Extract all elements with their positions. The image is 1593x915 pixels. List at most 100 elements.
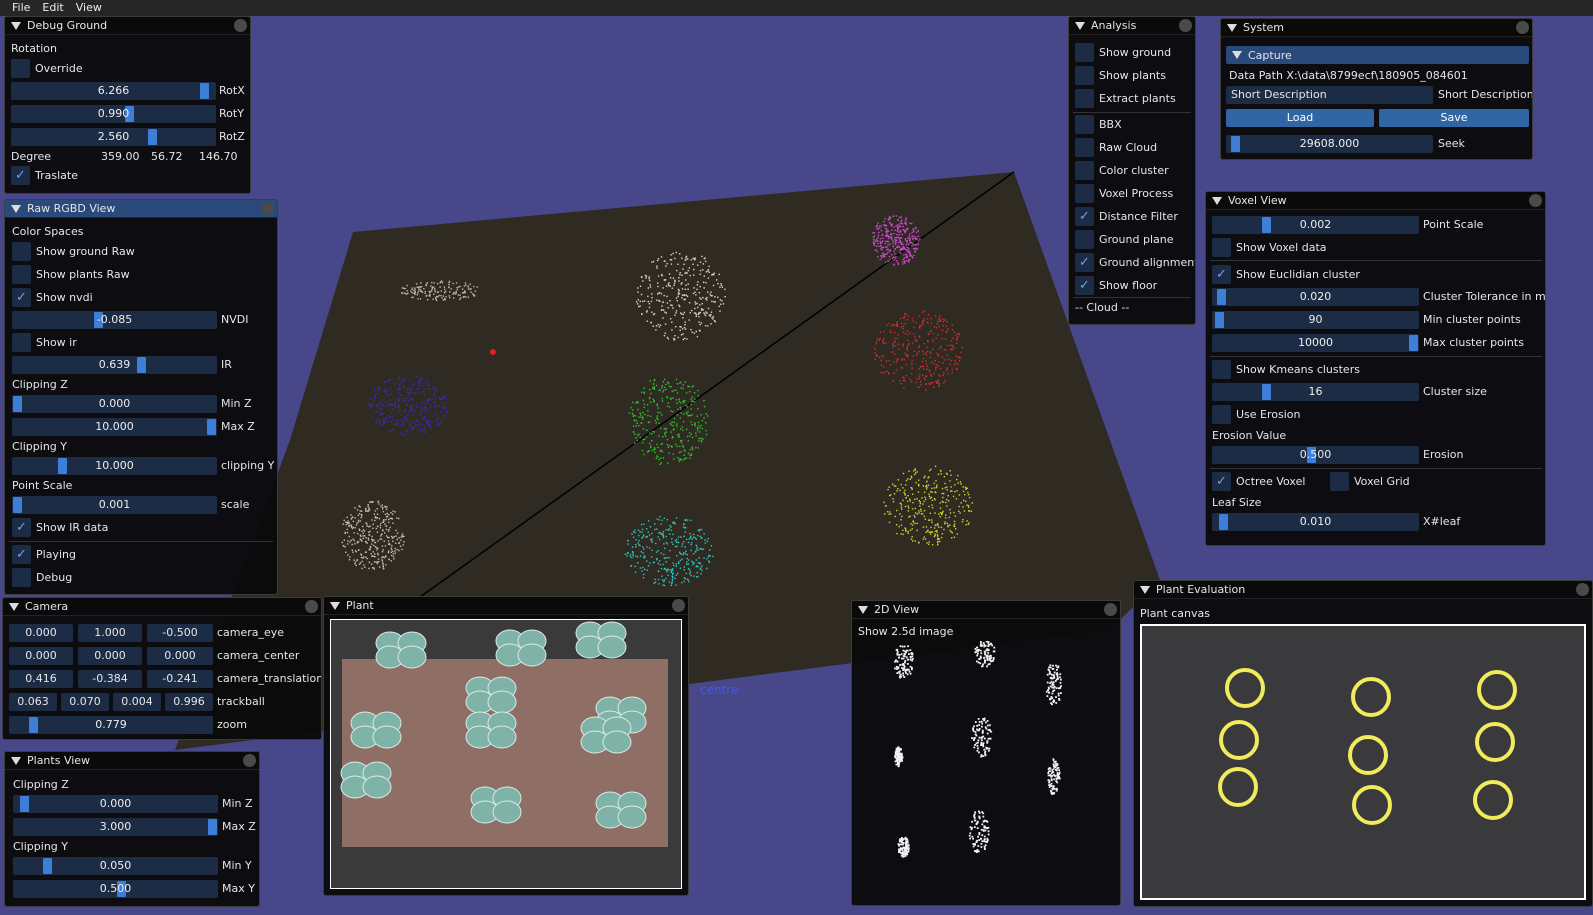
camera-translation-z[interactable]: -0.241 — [147, 670, 213, 688]
show-ground-raw-checkbox[interactable]: Show ground Raw — [12, 242, 135, 261]
analysis-option-1[interactable]: Raw Cloud — [1075, 138, 1157, 157]
voxel-grid-checkbox[interactable]: Voxel Grid — [1330, 472, 1410, 491]
min-z-slider[interactable]: 0.000 — [13, 795, 218, 813]
trackball-z[interactable]: 0.004 — [113, 693, 161, 711]
collapse-icon[interactable] — [1140, 585, 1150, 594]
min-z-slider[interactable]: 0.000 — [12, 395, 217, 413]
override-checkbox[interactable]: Override — [11, 59, 83, 78]
close-icon[interactable] — [672, 599, 685, 612]
collapse-icon[interactable] — [1232, 51, 1242, 59]
check-icon[interactable]: ✓ — [1212, 472, 1231, 491]
checkbox-box[interactable] — [1075, 43, 1094, 62]
clipping-y-slider[interactable]: 10.000 — [12, 457, 217, 475]
check-icon[interactable]: ✓ — [1075, 276, 1094, 295]
analysis-checkbox-0[interactable]: Show ground — [1075, 43, 1171, 62]
camera-center-z[interactable]: 0.000 — [147, 647, 213, 665]
ir-slider[interactable]: 0.639 — [12, 356, 217, 374]
close-icon[interactable] — [1104, 603, 1117, 616]
camera-translation-x[interactable]: 0.416 — [9, 670, 73, 688]
check-icon[interactable]: ✓ — [12, 518, 31, 537]
show-ir-data-checkbox[interactable]: ✓ Show IR data — [12, 518, 108, 537]
slider-grab[interactable] — [1214, 312, 1224, 328]
collapse-icon[interactable] — [9, 602, 19, 611]
raw-rgbd-titlebar[interactable]: Raw RGBD View — [5, 200, 277, 218]
debug-ground-titlebar[interactable]: Debug Ground — [5, 17, 250, 35]
capture-header[interactable]: Capture — [1226, 46, 1529, 64]
seek-slider[interactable]: 29608.000 — [1226, 135, 1433, 153]
checkbox-box[interactable] — [11, 59, 30, 78]
point-scale-slider[interactable]: 0.002 — [1212, 216, 1419, 234]
check-icon[interactable]: ✓ — [12, 545, 31, 564]
analysis-option-6[interactable]: ✓ Ground alignment — [1075, 253, 1195, 272]
checkbox-box[interactable] — [12, 242, 31, 261]
camera-eye-y[interactable]: 1.000 — [78, 624, 142, 642]
slider-grab[interactable] — [1409, 335, 1418, 351]
analysis-option-3[interactable]: Voxel Process — [1075, 184, 1173, 203]
check-icon[interactable]: ✓ — [1075, 253, 1094, 272]
checkbox-box[interactable] — [12, 333, 31, 352]
close-icon[interactable] — [1529, 194, 1542, 207]
zoom-slider[interactable]: 0.779 — [9, 716, 213, 734]
rotz-slider[interactable]: 2.560 — [11, 128, 216, 146]
leaf-size-slider[interactable]: 0.010 — [1212, 513, 1419, 531]
collapse-icon[interactable] — [11, 21, 21, 30]
check-icon[interactable]: ✓ — [1075, 207, 1094, 226]
debug-checkbox[interactable]: Debug — [12, 568, 72, 587]
checkbox-box[interactable] — [1075, 89, 1094, 108]
checkbox-box[interactable] — [12, 265, 31, 284]
camera-titlebar[interactable]: Camera — [3, 598, 321, 616]
show-plants-raw-checkbox[interactable]: Show plants Raw — [12, 265, 130, 284]
cluster-tolerance-slider[interactable]: 0.020 — [1212, 288, 1419, 306]
analysis-option-2[interactable]: Color cluster — [1075, 161, 1169, 180]
slider-grab[interactable] — [147, 129, 157, 145]
short-description-input[interactable]: Short Description — [1226, 86, 1433, 104]
slider-grab[interactable] — [13, 396, 22, 412]
checkbox-box[interactable] — [1212, 360, 1231, 379]
plant-evaluation-titlebar[interactable]: Plant Evaluation — [1134, 581, 1592, 599]
min-cluster-slider[interactable]: 90 — [1212, 311, 1419, 329]
use-erosion-checkbox[interactable]: Use Erosion — [1212, 405, 1301, 424]
show-euclidian-checkbox[interactable]: ✓ Show Euclidian cluster — [1212, 265, 1360, 284]
trackball-x[interactable]: 0.063 — [9, 693, 57, 711]
slider-grab[interactable] — [208, 819, 217, 835]
voxel-view-titlebar[interactable]: Voxel View — [1206, 192, 1545, 210]
erosion-slider[interactable]: 0.500 — [1212, 446, 1419, 464]
slider-grab[interactable] — [13, 497, 22, 513]
close-icon[interactable] — [234, 19, 247, 32]
collapse-icon[interactable] — [330, 601, 340, 610]
view-2d-titlebar[interactable]: 2D View — [852, 601, 1120, 619]
checkbox-box[interactable] — [1212, 238, 1231, 257]
show-voxel-data-checkbox[interactable]: Show Voxel data — [1212, 238, 1327, 257]
analysis-option-7[interactable]: ✓ Show floor — [1075, 276, 1157, 295]
collapse-icon[interactable] — [11, 756, 21, 765]
checkbox-box[interactable] — [1075, 230, 1094, 249]
analysis-titlebar[interactable]: Analysis — [1069, 17, 1195, 35]
checkbox-box[interactable] — [1330, 472, 1349, 491]
max-y-slider[interactable]: 0.500 — [13, 880, 218, 898]
analysis-option-5[interactable]: Ground plane — [1075, 230, 1173, 249]
slider-grab[interactable] — [137, 357, 147, 373]
max-z-slider[interactable]: 3.000 — [13, 818, 218, 836]
menu-edit[interactable]: Edit — [36, 0, 69, 16]
slider-grab[interactable] — [1262, 384, 1271, 400]
collapse-icon[interactable] — [1212, 196, 1222, 205]
analysis-checkbox-1[interactable]: Show plants — [1075, 66, 1166, 85]
roty-slider[interactable]: 0.990 — [11, 105, 216, 123]
slider-grab[interactable] — [1230, 136, 1240, 152]
slider-grab[interactable] — [1216, 289, 1226, 305]
collapse-icon[interactable] — [1227, 23, 1237, 32]
slider-grab[interactable] — [43, 858, 53, 874]
close-icon[interactable] — [1179, 19, 1192, 32]
analysis-option-0[interactable]: BBX — [1075, 115, 1122, 134]
slider-grab[interactable] — [1218, 514, 1228, 530]
camera-translation-y[interactable]: -0.384 — [78, 670, 142, 688]
checkbox-box[interactable] — [1075, 184, 1094, 203]
check-icon[interactable]: ✓ — [12, 288, 31, 307]
close-icon[interactable] — [1576, 583, 1589, 596]
collapse-icon[interactable] — [11, 204, 21, 213]
min-y-slider[interactable]: 0.050 — [13, 857, 218, 875]
show-nvdi-checkbox[interactable]: ✓ Show nvdi — [12, 288, 93, 307]
cluster-size-slider[interactable]: 16 — [1212, 383, 1419, 401]
checkbox-box[interactable] — [1075, 161, 1094, 180]
camera-eye-x[interactable]: 0.000 — [9, 624, 73, 642]
